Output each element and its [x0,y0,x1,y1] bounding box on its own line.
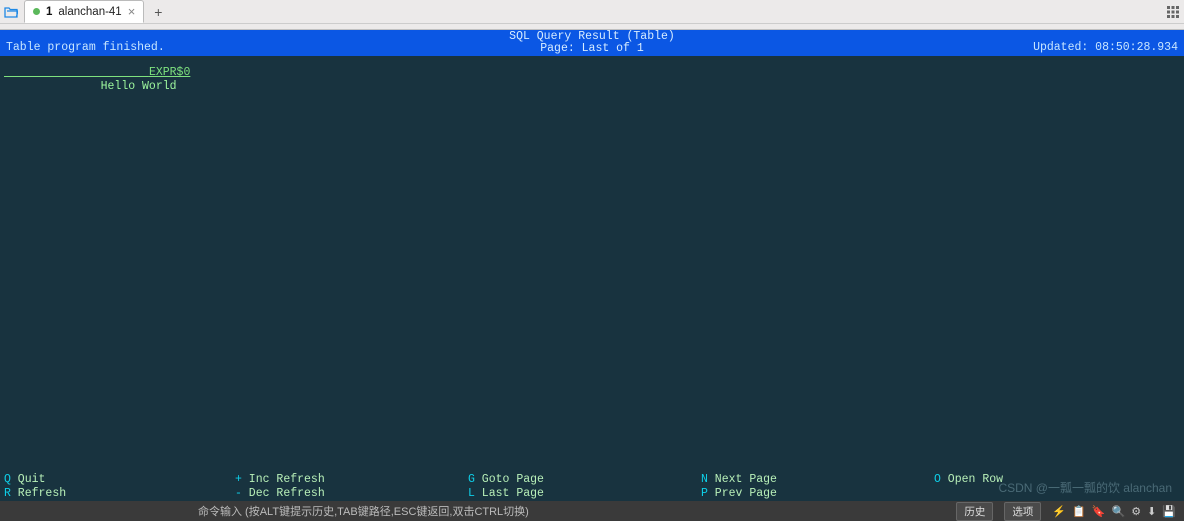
shortcut-legend: Q Quit R Refresh + Inc Refresh - Dec Ref… [2,472,1182,500]
tab-sequence: 1 [46,6,52,18]
search-icon[interactable]: 🔍 [1112,505,1126,518]
shortcut-next-page: N Next Page [701,473,777,486]
shortcut-inc-refresh: + Inc Refresh [235,473,325,486]
tab-alanchan-41[interactable]: 1 alanchan-41 × [24,0,144,23]
layout-grid-button[interactable] [1162,0,1184,23]
tab-modified-dot-icon [33,8,40,15]
shortcut-refresh: R Refresh [4,487,66,500]
header-pad [4,66,149,79]
column-header-row: EXPR$0 [4,66,190,79]
shortcut-goto-page: G Goto Page [468,473,544,486]
command-status-bar: 命令输入 (按ALT键提示历史,TAB键路径,ESC键返回,双击CTRL切换) … [0,501,1184,521]
sql-result-console: Table program finished. SQL Query Result… [0,24,1184,501]
statusbar-right-group: 历史 选项 ⚡ 📋 🔖 🔍 ⚙ ⬇ 💾 [956,502,1176,521]
options-button[interactable]: 选项 [1004,502,1041,521]
result-header-bar: Table program finished. SQL Query Result… [0,30,1184,56]
data-row: Hello World [4,80,177,93]
open-folder-button[interactable] [0,0,22,23]
shortcut-last-page: L Last Page [468,487,544,500]
new-tab-button[interactable]: + [148,0,168,23]
cell-value: Hello World [101,80,177,93]
clipboard-icon[interactable]: 📋 [1072,505,1086,518]
save-icon[interactable]: 💾 [1162,505,1176,518]
column-header: EXPR$0 [149,66,190,79]
tab-close-icon[interactable]: × [128,4,136,19]
updated-timestamp: Updated: 08:50:28.934 [1033,41,1178,54]
bolt-icon[interactable]: ⚡ [1052,505,1066,518]
shortcut-prev-page: P Prev Page [701,487,777,500]
command-prompt-hint[interactable]: 命令输入 (按ALT键提示历史,TAB键路径,ESC键返回,双击CTRL切换) [198,503,529,519]
download-icon[interactable]: ⬇ [1147,505,1156,518]
shortcut-open-row: O Open Row [934,473,1003,486]
shortcut-quit: Q Quit [4,473,45,486]
tab-bar: 1 alanchan-41 × + [0,0,1184,24]
tab-title: alanchan-41 [58,6,121,18]
history-button[interactable]: 历史 [956,502,993,521]
shortcut-dec-refresh: - Dec Refresh [235,487,325,500]
bookmark-icon[interactable]: 🔖 [1092,505,1106,518]
status-message: Table program finished. [6,41,165,54]
cell-pad [4,80,101,93]
result-page-info: Page: Last of 1 [540,42,644,55]
settings-icon[interactable]: ⚙ [1131,505,1141,518]
